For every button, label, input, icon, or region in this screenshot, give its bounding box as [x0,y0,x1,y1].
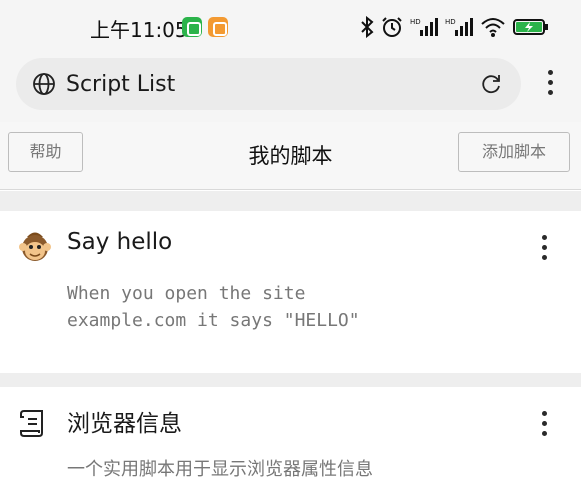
script-description: When you open the site example.com it sa… [67,283,360,331]
address-bar[interactable]: Script List [16,58,521,110]
script-scroll-icon [20,410,43,437]
globe-icon [33,73,55,95]
app-notification-icon [208,17,228,37]
script-item[interactable]: 浏览器信息 一个实用脚本用于显示浏览器属性信息 [0,387,581,499]
script-menu-icon[interactable] [534,409,556,443]
script-item[interactable]: Say hello When you open the site example… [0,211,581,373]
app-notification-icon [182,17,202,37]
signal-hd-label: HD [445,18,456,26]
bluetooth-icon [361,16,374,38]
signal-icon: HD [445,18,473,36]
script-description: 一个实用脚本用于显示浏览器属性信息 [67,459,373,480]
add-script-button[interactable]: 添加脚本 [458,132,570,172]
signal-hd-label: HD [410,18,421,26]
browser-menu-icon[interactable] [540,68,562,98]
battery-charging-icon [513,19,548,35]
script-menu-icon[interactable] [534,233,556,267]
page-header: 帮助 我的脚本 添加脚本 [0,122,581,190]
wifi-icon [481,18,505,37]
page-title-url: Script List [66,72,176,97]
divider [0,373,581,387]
signal-icon: HD [410,18,438,36]
script-title: 浏览器信息 [67,411,182,437]
script-title: Say hello [67,229,173,255]
status-bar: 上午11:05 HD HD [0,0,581,54]
reload-icon[interactable] [479,72,503,96]
browser-toolbar: Script List [0,54,581,122]
divider [0,191,581,211]
status-time: 上午11:05 [90,18,188,42]
monkey-icon [19,232,51,261]
alarm-icon [382,17,402,37]
status-icons: HD HD [360,14,549,40]
